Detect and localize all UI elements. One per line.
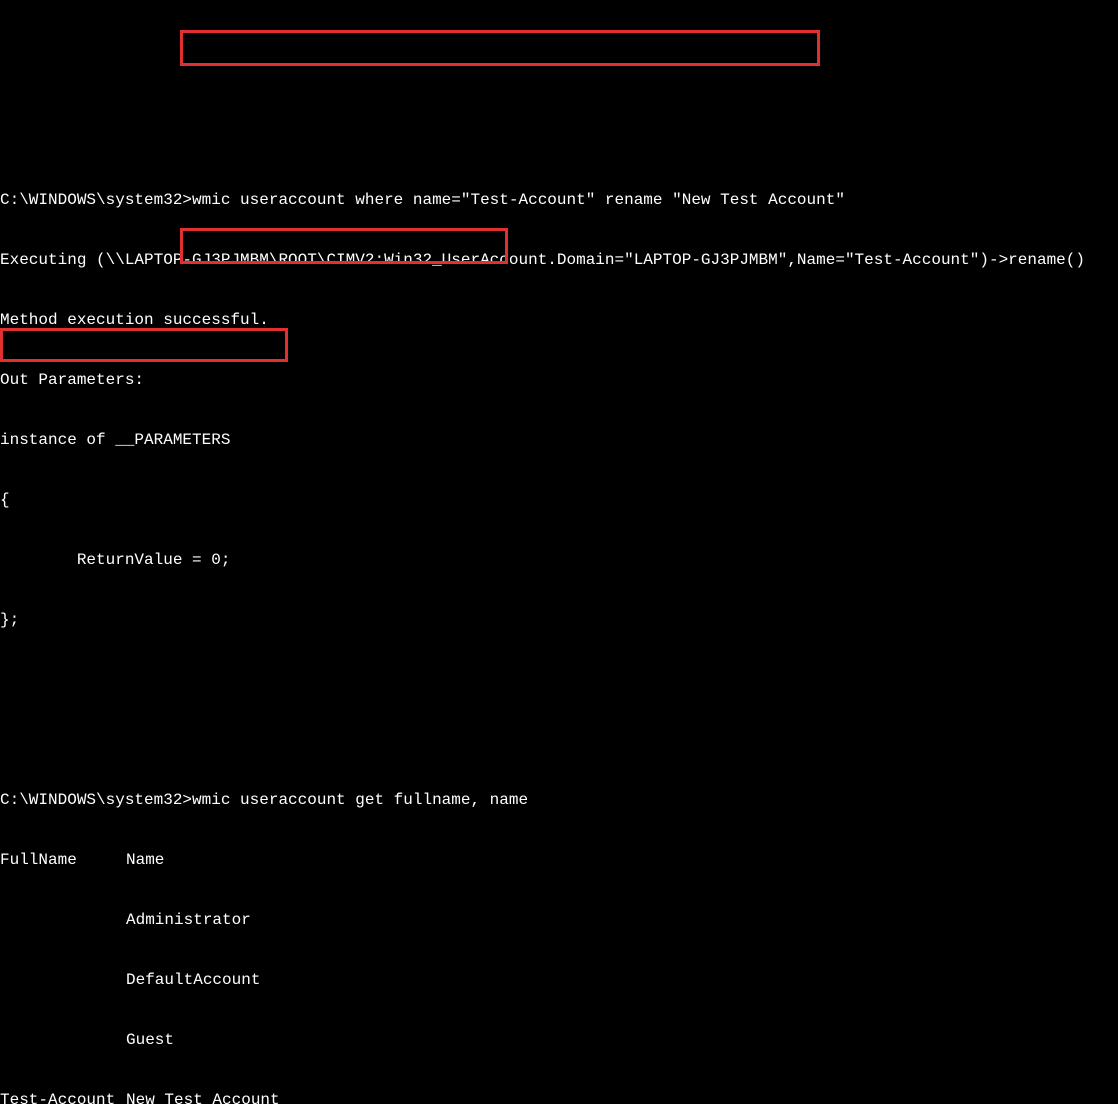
terminal-window[interactable]: C:\WINDOWS\system32>wmic useraccount whe… xyxy=(0,10,1118,1104)
output-brace-open: { xyxy=(0,490,1118,510)
table-row: DefaultAccount xyxy=(0,970,1118,990)
header-name: Name xyxy=(126,851,164,869)
highlight-command1 xyxy=(180,30,820,66)
command1-text: wmic useraccount where name="Test-Accoun… xyxy=(192,191,845,209)
blank-line-3 xyxy=(0,730,1118,750)
header-fullname: FullName xyxy=(0,850,126,870)
output-brace-close: }; xyxy=(0,610,1118,630)
output-exec: Executing (\\LAPTOP-GJ3PJMBM\ROOT\CIMV2:… xyxy=(0,250,1118,270)
command-line-1: C:\WINDOWS\system32>wmic useraccount whe… xyxy=(0,190,1118,210)
blank-line-2 xyxy=(0,670,1118,690)
output-outparams: Out Parameters: xyxy=(0,370,1118,390)
table-row: Test-AccountNew Test Account xyxy=(0,1090,1118,1104)
prompt-2: C:\WINDOWS\system32> xyxy=(0,791,192,809)
table-header: FullNameName xyxy=(0,850,1118,870)
table-row: Administrator xyxy=(0,910,1118,930)
blank-line xyxy=(0,130,1118,150)
command2-text: wmic useraccount get fullname, name xyxy=(192,791,528,809)
output-method: Method execution successful. xyxy=(0,310,1118,330)
cell-name: Guest xyxy=(126,1031,174,1049)
output-instance: instance of __PARAMETERS xyxy=(0,430,1118,450)
command-line-2: C:\WINDOWS\system32>wmic useraccount get… xyxy=(0,790,1118,810)
prompt-1: C:\WINDOWS\system32> xyxy=(0,191,192,209)
cell-fullname: Test-Account xyxy=(0,1090,126,1104)
cell-name: New Test Account xyxy=(126,1091,280,1104)
output-returnvalue: ReturnValue = 0; xyxy=(0,550,1118,570)
cell-name: Administrator xyxy=(126,911,251,929)
table-row: Guest xyxy=(0,1030,1118,1050)
highlight-row-test-account xyxy=(0,328,288,362)
cell-name: DefaultAccount xyxy=(126,971,260,989)
